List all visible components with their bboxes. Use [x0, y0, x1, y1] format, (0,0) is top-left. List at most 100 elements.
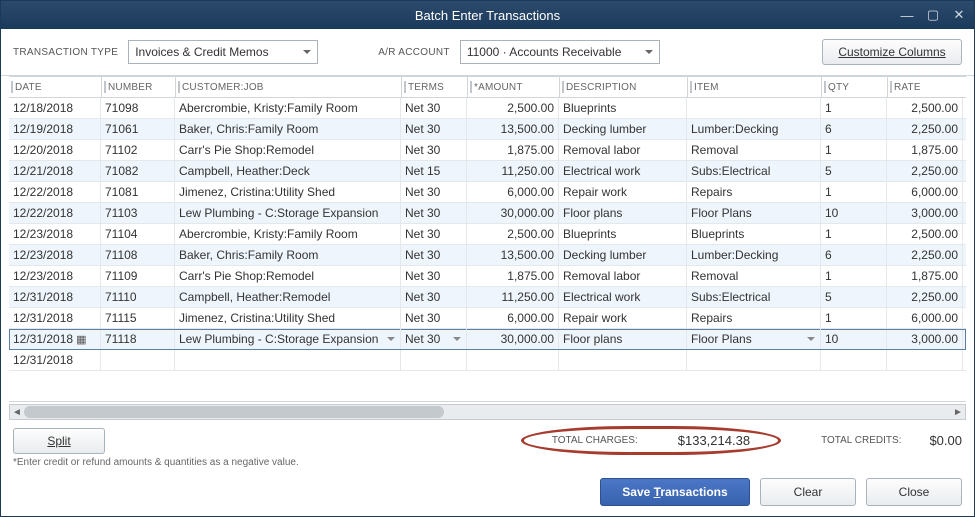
cell-amount[interactable]: 13,500.00: [467, 119, 559, 139]
cell-date[interactable]: 12/22/2018: [9, 182, 101, 202]
cell-rate[interactable]: 2,500.00: [887, 98, 963, 118]
horizontal-scrollbar[interactable]: ◄ ►: [9, 404, 966, 420]
cell-qty[interactable]: [821, 350, 887, 370]
col-rate[interactable]: RATE: [887, 77, 963, 97]
cell-qty[interactable]: 6: [821, 119, 887, 139]
cell-qty[interactable]: 10: [821, 329, 887, 349]
table-row[interactable]: 12/19/201871061Baker, Chris:Family RoomN…: [9, 119, 966, 140]
cell-number[interactable]: 71103: [101, 203, 175, 223]
close-icon[interactable]: ✕: [950, 7, 968, 23]
cell-amount[interactable]: 6,000.00: [467, 182, 559, 202]
cell-terms[interactable]: Net 30: [401, 98, 467, 118]
cell-rate[interactable]: 2,250.00: [887, 161, 963, 181]
cell-item[interactable]: Subs:Electrical: [687, 161, 821, 181]
cell-amount[interactable]: 1,875.00: [467, 140, 559, 160]
cell-amount[interactable]: 30,000.00: [467, 203, 559, 223]
cell-item[interactable]: Lumber:Decking: [687, 119, 821, 139]
cell-amount[interactable]: 6,000.00: [467, 308, 559, 328]
cell-terms[interactable]: Net 30: [401, 203, 467, 223]
cell-terms[interactable]: Net 30: [401, 308, 467, 328]
cell-date[interactable]: 12/31/2018: [9, 308, 101, 328]
cell-item[interactable]: Floor Plans: [687, 329, 821, 349]
cell-terms[interactable]: [401, 350, 467, 370]
cell-rate[interactable]: 6,000.00: [887, 182, 963, 202]
cell-terms[interactable]: Net 30: [401, 245, 467, 265]
cell-description[interactable]: Floor plans: [559, 203, 687, 223]
cell-item[interactable]: Removal: [687, 266, 821, 286]
cell-terms[interactable]: Net 30: [401, 287, 467, 307]
cell-number[interactable]: 71108: [101, 245, 175, 265]
cell-rate[interactable]: [887, 350, 963, 370]
cell-rate[interactable]: 3,000.00: [887, 329, 963, 349]
table-row[interactable]: 12/20/201871102Carr's Pie Shop:RemodelNe…: [9, 140, 966, 161]
cell-date[interactable]: 12/19/2018: [9, 119, 101, 139]
cell-terms[interactable]: Net 15: [401, 161, 467, 181]
cell-item[interactable]: Repairs: [687, 182, 821, 202]
cell-date[interactable]: 12/20/2018: [9, 140, 101, 160]
cell-amount[interactable]: 13,500.00: [467, 245, 559, 265]
cell-date[interactable]: 12/31/2018: [9, 287, 101, 307]
cell-rate[interactable]: 3,000.00: [887, 203, 963, 223]
ar-account-select[interactable]: 11000 · Accounts Receivable: [460, 40, 660, 64]
clear-button[interactable]: Clear: [760, 478, 856, 506]
cell-number[interactable]: 71109: [101, 266, 175, 286]
cell-date[interactable]: 12/18/2018: [9, 98, 101, 118]
scroll-left-icon[interactable]: ◄: [10, 405, 24, 419]
cell-item[interactable]: Repairs: [687, 308, 821, 328]
cell-rate[interactable]: 2,250.00: [887, 119, 963, 139]
col-item[interactable]: ITEM: [687, 77, 821, 97]
cell-rate[interactable]: 2,250.00: [887, 287, 963, 307]
col-amount[interactable]: *AMOUNT: [467, 77, 559, 97]
cell-customer[interactable]: Lew Plumbing - C:Storage Expansion: [175, 329, 401, 349]
cell-amount[interactable]: 2,500.00: [467, 98, 559, 118]
col-number[interactable]: NUMBER: [101, 77, 175, 97]
cell-qty[interactable]: 1: [821, 140, 887, 160]
cell-rate[interactable]: 1,875.00: [887, 140, 963, 160]
table-row[interactable]: 12/31/2018: [9, 350, 966, 371]
cell-item[interactable]: Lumber:Decking: [687, 245, 821, 265]
transaction-type-select[interactable]: Invoices & Credit Memos: [128, 40, 318, 64]
cell-date[interactable]: 12/23/2018: [9, 224, 101, 244]
col-description[interactable]: DESCRIPTION: [559, 77, 687, 97]
cell-rate[interactable]: 1,875.00: [887, 266, 963, 286]
table-row[interactable]: 12/31/2018▦71118Lew Plumbing - C:Storage…: [9, 329, 966, 350]
cell-amount[interactable]: [467, 350, 559, 370]
cell-item[interactable]: Subs:Electrical: [687, 287, 821, 307]
cell-number[interactable]: 71110: [101, 287, 175, 307]
cell-qty[interactable]: 1: [821, 308, 887, 328]
table-row[interactable]: 12/21/201871082Campbell, Heather:DeckNet…: [9, 161, 966, 182]
cell-date[interactable]: 12/21/2018: [9, 161, 101, 181]
cell-qty[interactable]: 1: [821, 98, 887, 118]
cell-number[interactable]: 71118: [101, 329, 175, 349]
scroll-right-icon[interactable]: ►: [951, 405, 965, 419]
cell-qty[interactable]: 5: [821, 161, 887, 181]
cell-number[interactable]: 71104: [101, 224, 175, 244]
table-row[interactable]: 12/22/201871081Jimenez, Cristina:Utility…: [9, 182, 966, 203]
cell-qty[interactable]: 1: [821, 182, 887, 202]
col-date[interactable]: DATE: [9, 77, 101, 97]
cell-customer[interactable]: [175, 350, 401, 370]
split-button[interactable]: Split: [13, 428, 105, 454]
cell-amount[interactable]: 1,875.00: [467, 266, 559, 286]
cell-terms[interactable]: Net 30: [401, 224, 467, 244]
cell-description[interactable]: Blueprints: [559, 224, 687, 244]
cell-customer[interactable]: Jimenez, Cristina:Utility Shed: [175, 182, 401, 202]
cell-item[interactable]: Floor Plans: [687, 203, 821, 223]
cell-customer[interactable]: Campbell, Heather:Deck: [175, 161, 401, 181]
cell-date[interactable]: 12/31/2018: [9, 350, 101, 370]
cell-number[interactable]: 71098: [101, 98, 175, 118]
cell-customer[interactable]: Baker, Chris:Family Room: [175, 245, 401, 265]
cell-customer[interactable]: Carr's Pie Shop:Remodel: [175, 140, 401, 160]
cell-description[interactable]: Electrical work: [559, 287, 687, 307]
cell-rate[interactable]: 6,000.00: [887, 308, 963, 328]
cell-customer[interactable]: Jimenez, Cristina:Utility Shed: [175, 308, 401, 328]
cell-terms[interactable]: Net 30: [401, 329, 467, 349]
maximize-icon[interactable]: ▢: [924, 7, 942, 23]
cell-number[interactable]: [101, 350, 175, 370]
table-row[interactable]: 12/23/201871104Abercrombie, Kristy:Famil…: [9, 224, 966, 245]
cell-terms[interactable]: Net 30: [401, 119, 467, 139]
cell-amount[interactable]: 11,250.00: [467, 287, 559, 307]
cell-amount[interactable]: 2,500.00: [467, 224, 559, 244]
cell-qty[interactable]: 1: [821, 266, 887, 286]
cell-qty[interactable]: 1: [821, 224, 887, 244]
